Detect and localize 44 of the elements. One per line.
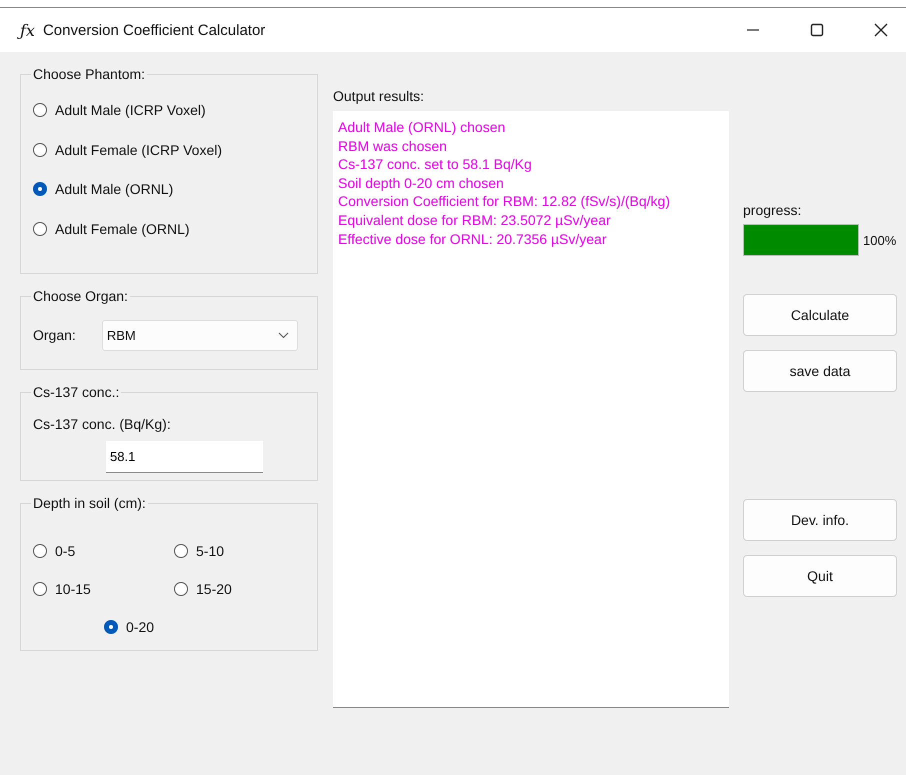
group-title: Choose Organ: bbox=[32, 288, 129, 304]
radio-option[interactable]: 5-10 bbox=[174, 543, 305, 559]
option-label: Adult Male (ORNL) bbox=[55, 181, 174, 197]
option-label: Adult Female (ICRP Voxel) bbox=[55, 142, 222, 158]
action-button[interactable]: Calculate bbox=[743, 294, 897, 336]
group-title: Cs-137 conc.: bbox=[32, 384, 120, 400]
radio-option[interactable]: Adult Male (ORNL) bbox=[33, 181, 305, 197]
radio-option[interactable]: Adult Male (ICRP Voxel) bbox=[33, 102, 305, 118]
radio-option[interactable]: Adult Female (ORNL) bbox=[33, 220, 305, 236]
footer-button[interactable]: Quit bbox=[743, 555, 897, 597]
option-label: 5-10 bbox=[196, 543, 224, 559]
option-label: Adult Female (ORNL) bbox=[55, 220, 190, 236]
action-button[interactable]: save data bbox=[743, 350, 897, 392]
option-label: Adult Male (ICRP Voxel) bbox=[55, 102, 206, 118]
organ-dropdown[interactable]: RBM bbox=[102, 320, 298, 351]
output-line: Equivalent dose for RBM: 23.5072 µSv/year bbox=[338, 210, 612, 230]
option-label: 0-5 bbox=[55, 543, 76, 559]
option-label: 15-20 bbox=[196, 581, 232, 597]
option-label: 10-15 bbox=[55, 581, 91, 597]
window-title: Conversion Coefficient Calculator bbox=[42, 22, 266, 38]
field-label: Cs-137 conc. (Bq/Kg): bbox=[33, 415, 172, 432]
group-title: Depth in soil (cm): bbox=[32, 495, 147, 511]
output-line: Conversion Coefficient for RBM: 12.82 (fSv/s)/(Bq/kg) bbox=[338, 192, 671, 211]
chevron-down-icon bbox=[278, 332, 289, 339]
output-line: Adult Male (ORNL) chosen bbox=[338, 118, 506, 137]
radio-option[interactable]: 10-15 bbox=[33, 581, 174, 597]
maximize-icon[interactable] bbox=[810, 23, 824, 37]
radio-option[interactable]: 15-20 bbox=[174, 581, 305, 597]
footer-button[interactable]: Dev. info. bbox=[743, 499, 897, 541]
close-icon[interactable] bbox=[874, 23, 888, 37]
output-line: RBM was chosen bbox=[338, 136, 448, 156]
radio-option[interactable]: 0-20 bbox=[33, 619, 305, 635]
output-line: Soil depth 0-20 cm chosen bbox=[338, 174, 505, 192]
input-field[interactable]: 58.1 bbox=[106, 441, 263, 473]
output-line: Cs-137 conc. set to 58.1 Bq/Kg bbox=[338, 155, 533, 174]
radio-option[interactable]: Adult Female (ICRP Voxel) bbox=[33, 142, 305, 158]
radio-option[interactable]: 0-5 bbox=[33, 543, 174, 559]
output-line: Effective dose for ORNL: 20.7356 µSv/year bbox=[338, 230, 608, 248]
group-title: Choose Phantom: bbox=[32, 66, 146, 82]
output-label: Output results: bbox=[333, 87, 426, 104]
progress-reading: 100% bbox=[863, 232, 896, 248]
option-label: 0-20 bbox=[126, 619, 154, 635]
field-label: Organ: bbox=[33, 326, 76, 342]
progress-label: progress: bbox=[743, 201, 802, 218]
